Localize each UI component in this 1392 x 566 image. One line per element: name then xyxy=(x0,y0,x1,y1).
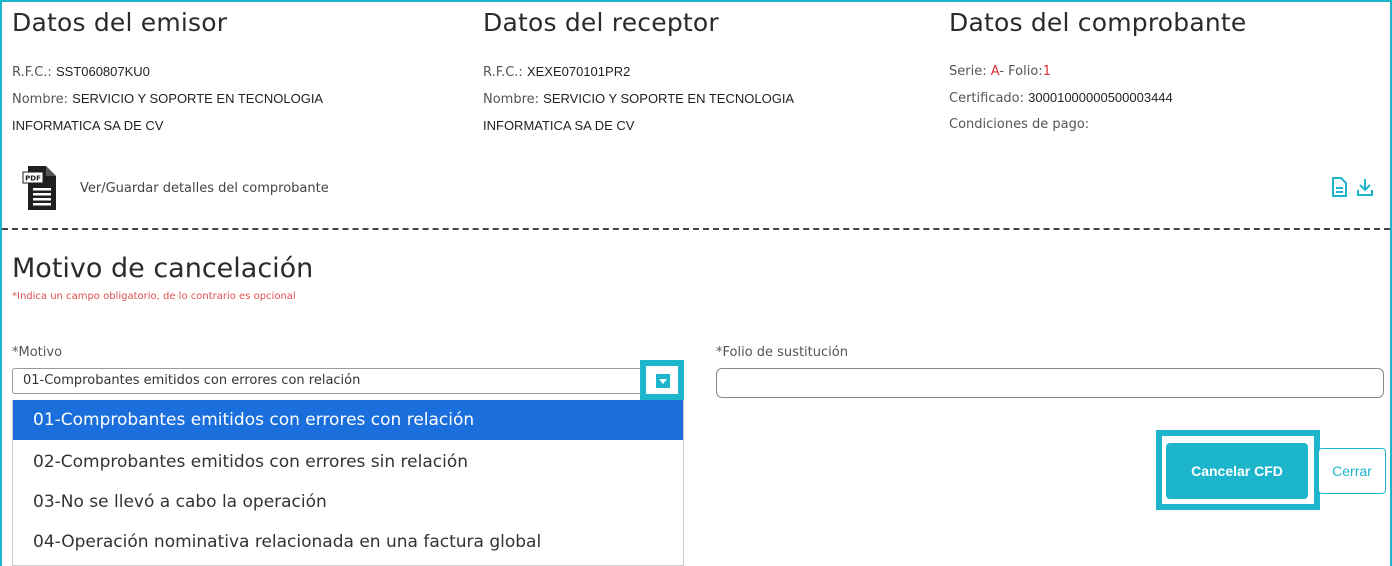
receptor-rfc: XEXE070101PR2 xyxy=(526,64,631,79)
motivo-select[interactable]: 01-Comprobantes emitidos con errores con… xyxy=(12,368,684,394)
comprobante-title: Datos del comprobante xyxy=(949,8,1247,37)
pdf-icon: PDF xyxy=(22,166,56,210)
motivo-option[interactable]: 04-Operación nominativa relacionada en u… xyxy=(13,522,683,562)
close-button[interactable]: Cerrar xyxy=(1318,448,1386,494)
comprobante-section: Datos del comprobante Serie: A- Folio:1 … xyxy=(949,8,1247,138)
receptor-rfc-label: R.F.C.: xyxy=(483,65,523,80)
condiciones-label: Condiciones de pago: xyxy=(949,117,1090,132)
pdf-details-label: Ver/Guardar detalles del comprobante xyxy=(80,180,329,196)
motivo-option[interactable]: 03-No se llevó a cabo la operación xyxy=(13,482,683,522)
chevron-down-icon xyxy=(656,374,670,388)
receptor-nombre-line2: INFORMATICA SA DE CV xyxy=(483,118,635,133)
emisor-title: Datos del emisor xyxy=(12,8,228,37)
receptor-nombre-line1: SERVICIO Y SOPORTE EN TECNOLOGIA xyxy=(543,91,795,106)
document-icon[interactable] xyxy=(1330,177,1348,197)
emisor-rfc: SST060807KU0 xyxy=(55,64,150,79)
svg-text:PDF: PDF xyxy=(25,175,41,183)
folio-label-text: - Folio: xyxy=(999,64,1043,79)
cancel-cfd-button[interactable]: Cancelar CFD xyxy=(1166,443,1308,499)
folio-sustitucion-input[interactable] xyxy=(716,368,1384,398)
emisor-section: Datos del emisor R.F.C.: SST060807KU0 No… xyxy=(12,8,323,140)
emisor-nombre-label: Nombre: xyxy=(12,92,69,107)
receptor-nombre-label: Nombre: xyxy=(483,92,540,107)
required-note: *Indica un campo obligatorio, de lo cont… xyxy=(12,291,296,302)
receptor-section: Datos del receptor R.F.C.: XEXE070101PR2… xyxy=(483,8,794,140)
emisor-nombre-line1: SERVICIO Y SOPORTE EN TECNOLOGIA xyxy=(72,91,324,106)
motivo-dropdown-toggle[interactable] xyxy=(640,360,684,400)
motivo-options-list: 01-Comprobantes emitidos con errores con… xyxy=(12,400,684,566)
motivo-option[interactable]: 02-Comprobantes emitidos con errores sin… xyxy=(13,442,683,482)
cancel-section-title: Motivo de cancelación xyxy=(12,253,314,284)
certificado-label: Certificado: xyxy=(949,91,1025,106)
emisor-rfc-label: R.F.C.: xyxy=(12,65,52,80)
motivo-selected-value: 01-Comprobantes emitidos con errores con… xyxy=(23,373,361,388)
motivo-option[interactable]: 01-Comprobantes emitidos con errores con… xyxy=(13,400,683,440)
pdf-details-link[interactable]: PDF Ver/Guardar detalles del comprobante xyxy=(22,164,329,212)
certificado-value: 30001000000500003444 xyxy=(1028,90,1173,105)
section-divider xyxy=(2,228,1390,230)
folio-sustitucion-label: *Folio de sustitución xyxy=(716,345,848,360)
emisor-nombre-line2: INFORMATICA SA DE CV xyxy=(12,118,164,133)
receptor-title: Datos del receptor xyxy=(483,8,719,37)
folio-value: 1 xyxy=(1042,64,1051,79)
motivo-label: *Motivo xyxy=(12,345,63,360)
document-actions xyxy=(1330,177,1374,197)
download-icon[interactable] xyxy=(1356,177,1374,197)
serie-label: Serie: xyxy=(949,64,987,79)
